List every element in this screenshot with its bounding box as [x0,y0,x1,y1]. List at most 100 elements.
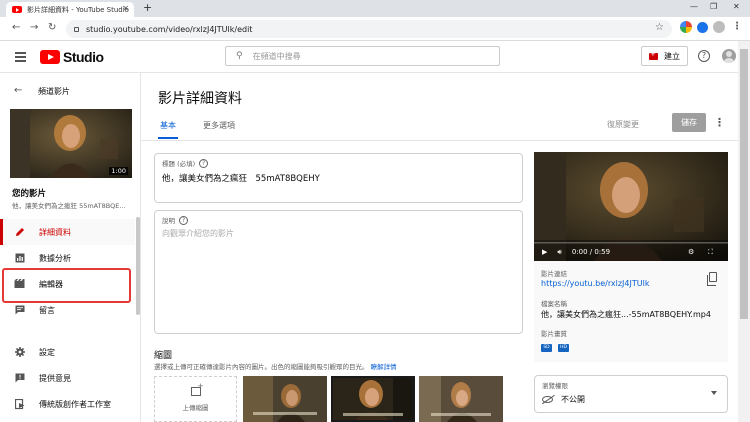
sidebar-item-label: 提供意見 [39,373,71,383]
file-name-label: 檔案名稱 [541,300,567,308]
video-quality-label: 影片畫質 [541,330,567,338]
url-field[interactable]: studio.youtube.com/video/rxlzJ4JTUlk/edi… [66,20,672,38]
sidebar-item-label: 傳統版創作者工作室 [39,399,111,409]
browser-menu-icon[interactable]: ⋮ [732,21,742,32]
video-player[interactable]: ▶ 🔊︎ 0:00 / 0:59 ⚙ ⛶ [534,152,728,261]
studio-header: Studio ⚲ 在頻道中搜尋 建立 ? [0,41,738,73]
sidebar-item-details[interactable]: 詳細資料 [0,219,135,245]
your-video-label: 您的影片 [12,189,47,199]
fullscreen-icon[interactable]: ⛶ [708,248,713,257]
volume-icon[interactable]: 🔊︎ [557,248,561,257]
play-icon[interactable]: ▶ [542,248,547,256]
comments-icon [14,305,25,316]
settings-gear-icon[interactable]: ⚙ [688,248,694,256]
file-name: 他，讓美女們為之瘋狂...-55mAT8BQEHY.mp4 [541,310,711,319]
tab-bar: 基本 更多選項 [158,120,260,139]
page-title: 影片詳細資料 [158,91,242,107]
copy-icon[interactable] [707,272,717,286]
undo-changes-button[interactable]: 復原變更 [607,119,639,130]
visibility-value: 不公開 [542,394,585,405]
new-tab-button[interactable]: + [143,1,152,14]
upload-thumbnail-button[interactable]: 上傳縮圖 [154,376,237,422]
visibility-value-text: 不公開 [561,395,585,404]
title-label-text: 標題 (必填) [162,160,196,168]
profile-avatar[interactable] [713,21,725,33]
player-controls: ▶ 🔊︎ 0:00 / 0:59 ⚙ ⛶ [534,243,728,261]
sidebar-item-classic-studio[interactable]: 傳統版創作者工作室 [0,391,135,417]
minimize-icon[interactable]: — [690,2,698,11]
thumbnail-option[interactable] [419,376,503,422]
title-field-label: 標題 (必填) ? [162,158,209,168]
account-avatar[interactable] [722,49,736,63]
close-window-icon[interactable]: ✕ [733,2,740,11]
title-field[interactable]: 標題 (必填) ? 他，讓美女們為之瘋狂 55mAT8BQEHY [154,153,523,203]
video-link-label: 影片連結 [541,270,567,278]
browser-tab[interactable]: 影片詳細資料 - YouTube Studio ✕ [6,2,134,17]
save-button[interactable]: 儲存 [672,113,706,132]
create-video-icon [649,50,658,60]
page-scrollbar-thumb[interactable] [740,49,748,319]
video-name: 他，讓美女們為之瘋狂 55mAT8BQE... [12,202,126,210]
pencil-icon [14,227,25,238]
description-label-text: 說明 [162,217,175,225]
url-text: studio.youtube.com/video/rxlzJ4JTUlk/edi… [86,24,253,34]
hd-badge: HD [558,344,569,352]
upload-thumbnail-label: 上傳縮圖 [182,403,209,412]
back-arrow-icon[interactable]: ← [14,85,22,96]
sidebar-item-label: 詳細資料 [39,227,71,237]
search-input[interactable]: ⚲ 在頻道中搜尋 [225,46,500,66]
sidebar-item-settings[interactable]: 設定 [0,339,135,365]
extension-icon[interactable] [697,22,708,33]
sidebar-item-feedback[interactable]: 提供意見 [0,365,135,391]
thumbnails-description: 選擇或上傳可正確傳達影片內容的圖片。出色的縮圖能夠吸引觀眾的目光。 瞭解詳情 [154,361,397,371]
create-button[interactable]: 建立 [641,46,688,66]
dropdown-arrow-icon[interactable] [711,391,717,395]
more-options-icon[interactable]: ⋮ [714,116,725,129]
search-icon: ⚲ [236,51,243,61]
extension-icon[interactable] [680,21,692,33]
sidebar-back-title[interactable]: 頻道影片 [38,86,70,97]
tab-more-options[interactable]: 更多選項 [203,120,235,139]
lock-icon [74,26,79,32]
analytics-icon [14,253,25,264]
title-value[interactable]: 他，讓美女們為之瘋狂 55mAT8BQEHY [162,172,320,184]
address-bar: ← → ↻ studio.youtube.com/video/rxlzJ4JTU… [0,17,750,41]
page-scrollbar[interactable] [738,41,750,422]
gear-icon [14,347,25,358]
sd-badge: SD [541,344,552,352]
classic-studio-icon [14,398,25,410]
add-image-icon [190,382,204,396]
main-content: 影片詳細資料 基本 更多選項 復原變更 儲存 ⋮ 標題 (必填) ? 他，讓美女… [141,73,738,422]
help-icon[interactable]: ? [199,158,209,168]
sidebar-scrollbar[interactable] [136,217,140,315]
sidebar-bottom-nav: 設定 提供意見 傳統版創作者工作室 [0,339,135,417]
logo-text: Studio [63,49,104,65]
maximize-icon[interactable]: ❐ [710,2,717,11]
hamburger-menu-icon[interactable] [15,52,26,64]
visibility-select[interactable]: 瀏覽權限 不公開 [534,375,728,413]
visibility-label: 瀏覽權限 [542,382,568,390]
video-thumbnail[interactable]: 1:00 [10,109,132,178]
browser-tab-bar: 影片詳細資料 - YouTube Studio ✕ + — ❐ ✕ [0,0,750,17]
thumbnail-option-selected[interactable] [331,376,415,422]
youtube-studio-logo[interactable]: Studio [40,49,104,65]
help-icon[interactable]: ? [698,50,710,62]
divider [141,140,738,141]
close-tab-icon[interactable]: ✕ [122,4,129,13]
thumbnail-option[interactable] [243,376,327,422]
description-placeholder[interactable]: 向觀眾介紹您的影片 [162,228,234,239]
description-field[interactable]: 說明 ? 向觀眾介紹您的影片 [154,210,523,334]
learn-more-link[interactable]: 瞭解詳情 [371,363,397,371]
sidebar-item-label: 數據分析 [39,253,71,263]
eye-off-icon [542,396,553,403]
thumbnail-duration: 1:00 [109,167,128,175]
help-icon[interactable]: ? [179,215,188,225]
tab-basic[interactable]: 基本 [158,120,178,139]
forward-icon[interactable]: → [30,22,38,33]
player-time: 0:00 / 0:59 [571,248,611,256]
video-link[interactable]: https://youtu.be/rxlzJ4JTUlk [541,279,649,288]
bookmark-star-icon[interactable]: ☆ [655,22,664,33]
back-icon[interactable]: ← [12,22,20,33]
reload-icon[interactable]: ↻ [48,22,56,33]
create-label: 建立 [664,51,680,61]
